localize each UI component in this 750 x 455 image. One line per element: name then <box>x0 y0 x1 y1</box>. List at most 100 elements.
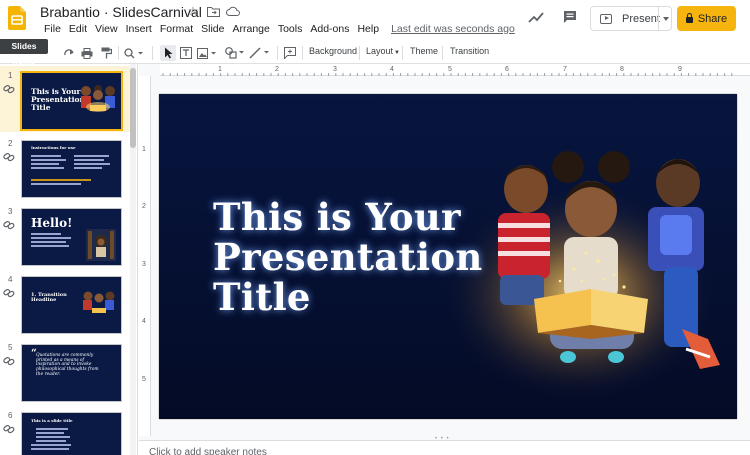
slide-number: 4 <box>8 275 13 284</box>
vertical-ruler[interactable]: 1 2 3 4 5 <box>139 76 151 436</box>
present-options-chevron-icon[interactable] <box>663 17 669 21</box>
redo-icon[interactable] <box>62 45 74 61</box>
thumb-title: Quotations are commonly printed as a mea… <box>36 353 99 377</box>
ruler-number: 4 <box>390 66 394 73</box>
layout-label: Layout <box>366 46 394 56</box>
last-edit-link[interactable]: Last edit was seconds ago <box>391 23 515 35</box>
layout-button[interactable]: Layout▼ <box>366 46 400 56</box>
slides-logo-icon[interactable] <box>8 6 26 30</box>
lock-icon <box>685 12 693 23</box>
thumb-title: Hello! <box>31 216 73 230</box>
present-button[interactable]: Present <box>590 6 672 31</box>
menu-bar: File Edit View Insert Format Slide Arran… <box>40 23 515 35</box>
link-icon <box>3 424 15 434</box>
slide-thumbnail[interactable]: 4 1. Transition Headline <box>0 270 130 336</box>
ruler-number: 5 <box>448 66 452 73</box>
slide-thumbnail[interactable]: 1 This is Your Presentation Title <box>0 66 130 132</box>
activity-dashboard-icon[interactable] <box>528 10 544 24</box>
ruler-number: 5 <box>142 376 146 383</box>
ruler-number: 2 <box>142 203 146 210</box>
slide-filmstrip: 1 This is Your Presentation Title 2 Inst… <box>0 64 138 455</box>
children-reading-illustration-icon <box>498 151 720 369</box>
comment-history-icon[interactable] <box>562 9 578 25</box>
layout-chevron-icon: ▼ <box>394 50 400 56</box>
slide-thumbnail[interactable]: 3 Hello! <box>0 202 130 268</box>
slides-app: Brabantio · SlidesCarnival ☆ File Edit V… <box>0 0 750 455</box>
insert-image-icon[interactable] <box>196 45 218 61</box>
shape-icon[interactable] <box>224 45 246 61</box>
theme-button[interactable]: Theme <box>410 46 438 56</box>
ruler-number: 1 <box>142 146 146 153</box>
menu-help[interactable]: Help <box>353 23 383 35</box>
menu-file[interactable]: File <box>40 23 65 35</box>
ruler-number: 7 <box>563 66 567 73</box>
children-reading-illustration-icon <box>83 291 115 313</box>
ruler-number: 9 <box>678 66 682 73</box>
link-icon <box>3 84 15 94</box>
link-icon <box>3 288 15 298</box>
slide-thumbnail[interactable]: 2 Instructions for use <box>0 134 130 200</box>
thumb-title: 1. Transition Headline <box>31 292 67 304</box>
thumb-title: Instructions for use <box>31 145 76 150</box>
slide-preview: 1. Transition Headline <box>21 276 122 334</box>
slide-number: 3 <box>8 207 13 216</box>
menu-view[interactable]: View <box>91 23 122 35</box>
text-box-icon[interactable] <box>178 45 194 61</box>
link-icon <box>3 356 15 366</box>
transition-button[interactable]: Transition <box>450 46 489 56</box>
slide-preview: Instructions for use <box>21 140 122 198</box>
present-label: Present <box>622 12 660 25</box>
slides-home-tooltip: Slides home <box>0 39 48 66</box>
slide-preview: “ Quotations are commonly printed as a m… <box>21 344 122 402</box>
document-title[interactable]: Brabantio · SlidesCarnival <box>40 4 202 20</box>
star-icon[interactable]: ☆ <box>186 4 200 18</box>
background-button[interactable]: Background <box>309 46 357 56</box>
speaker-notes[interactable]: Click to add speaker notes <box>139 440 750 455</box>
share-label: Share <box>697 12 728 25</box>
move-folder-icon[interactable] <box>206 4 220 18</box>
children-reading-illustration-icon <box>81 85 115 112</box>
ruler-number: 3 <box>142 261 146 268</box>
slide-preview: Hello! <box>21 208 122 266</box>
slide-number: 1 <box>8 71 13 80</box>
menu-edit[interactable]: Edit <box>65 23 91 35</box>
horizontal-ruler[interactable]: 1 2 3 4 5 6 7 8 9 <box>160 64 750 76</box>
ruler-number: 6 <box>505 66 509 73</box>
ruler-number: 4 <box>142 318 146 325</box>
ruler-number: 3 <box>333 66 337 73</box>
slide-preview: This is Your Presentation Title <box>20 71 123 131</box>
print-icon[interactable] <box>80 45 94 61</box>
cloud-status-icon[interactable] <box>226 4 240 18</box>
slide-preview: This is a slide title <box>21 412 122 455</box>
select-cursor-icon[interactable] <box>160 45 176 61</box>
link-icon <box>3 152 15 162</box>
present-play-icon <box>600 13 612 24</box>
ruler-number: 1 <box>218 66 222 73</box>
ruler-number: 8 <box>620 66 624 73</box>
menu-arrange[interactable]: Arrange <box>228 23 273 35</box>
paint-format-icon[interactable] <box>99 45 113 61</box>
slide-number: 6 <box>8 411 13 420</box>
slide-number: 2 <box>8 139 13 148</box>
zoom-icon[interactable] <box>123 45 145 61</box>
slide-number: 5 <box>8 343 13 352</box>
menu-addons[interactable]: Add-ons <box>306 23 353 35</box>
menu-insert[interactable]: Insert <box>122 23 156 35</box>
reading-girl-photo-icon <box>86 229 116 261</box>
slide-editor: 1 2 3 4 5 6 7 8 9 1 2 3 4 5 This is Your… <box>139 64 750 455</box>
add-comment-icon[interactable] <box>282 45 298 61</box>
menu-tools[interactable]: Tools <box>274 23 307 35</box>
menu-slide[interactable]: Slide <box>197 23 228 35</box>
slide-canvas[interactable]: This is Your Presentation Title <box>159 94 737 419</box>
menu-format[interactable]: Format <box>156 23 197 35</box>
header: Brabantio · SlidesCarnival ☆ File Edit V… <box>0 0 750 40</box>
line-icon[interactable] <box>248 45 272 61</box>
filmstrip-scroll-thumb[interactable] <box>130 68 136 148</box>
slide-thumbnail[interactable]: 5 “ Quotations are commonly printed as a… <box>0 338 130 404</box>
thumb-title: This is a slide title <box>31 418 73 423</box>
slide-thumbnail[interactable]: 6 This is a slide title <box>0 406 130 455</box>
toolbar: Background Layout▼ Theme Transition <box>0 42 750 64</box>
slide-title-text[interactable]: This is Your Presentation Title <box>213 197 483 317</box>
ruler-number: 2 <box>275 66 279 73</box>
share-button[interactable]: Share <box>677 6 736 31</box>
